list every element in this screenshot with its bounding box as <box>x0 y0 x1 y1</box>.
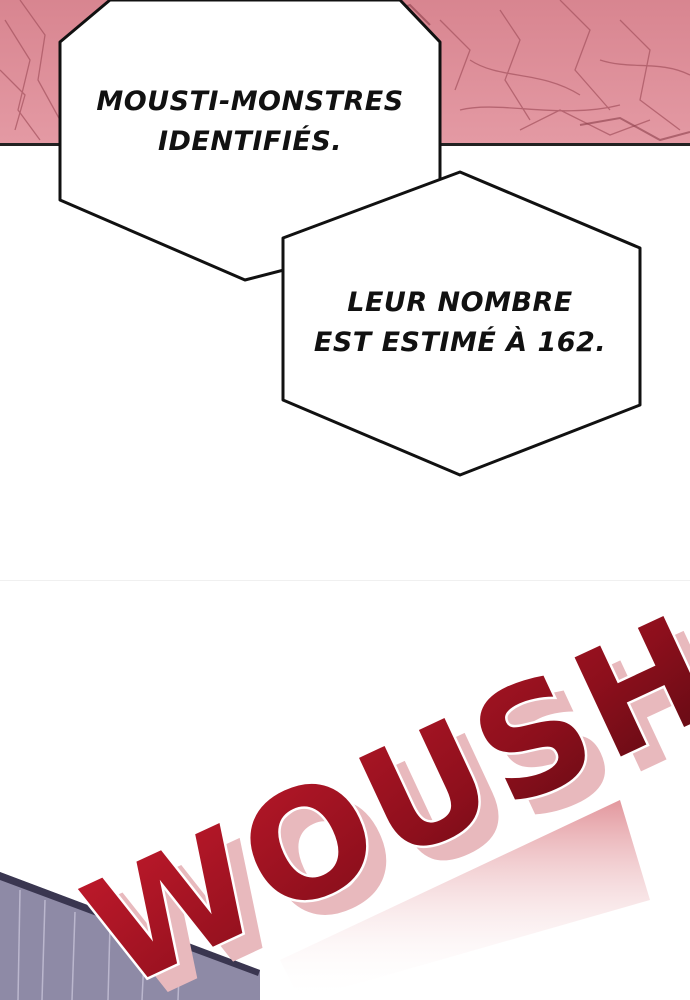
speech-bubble-2-text: LEUR NOMBRE EST ESTIMÉ À 162. <box>290 283 630 363</box>
comic-page: WOUSH WOUSH MOUSTI-MONSTRES IDENTIFIÉS. … <box>0 0 690 1000</box>
bubble-1-line-2: IDENTIFIÉS. <box>157 126 343 157</box>
bubble-2-line-1: LEUR NOMBRE <box>347 287 573 318</box>
speech-bubble-1-text: MOUSTI-MONSTRES IDENTIFIÉS. <box>70 82 430 162</box>
speech-bubble-shapes <box>58 0 642 477</box>
bubble-1-line-1: MOUSTI-MONSTRES <box>96 86 404 117</box>
bubble-2-line-2: EST ESTIMÉ À 162. <box>313 327 607 358</box>
